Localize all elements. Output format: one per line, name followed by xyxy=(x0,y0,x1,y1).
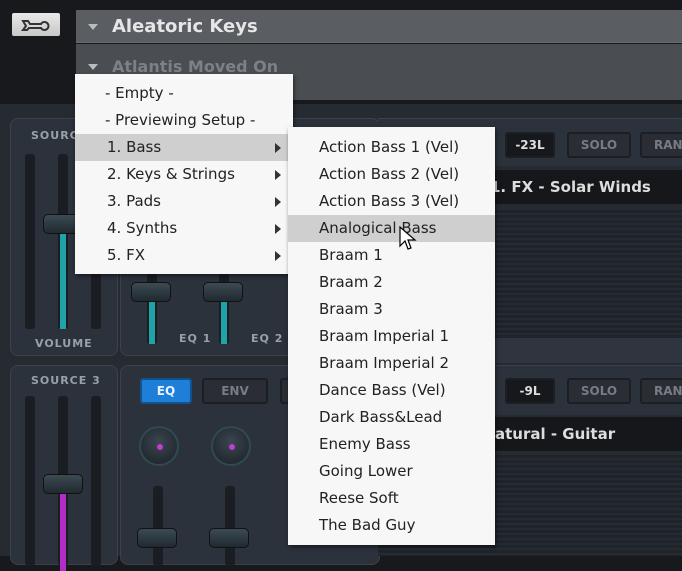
submenu-item[interactable]: Action Bass 1 (Vel) xyxy=(288,134,495,161)
dropdown-arrow-icon xyxy=(88,64,98,70)
eq-knob-2[interactable] xyxy=(211,426,251,466)
dropdown-arrow-icon xyxy=(88,24,98,30)
menu-item-previewing-setup[interactable]: - Previewing Setup - xyxy=(75,107,293,134)
submenu-item[interactable]: Going Lower xyxy=(288,458,495,485)
submenu-item[interactable]: Braam 2 xyxy=(288,269,495,296)
submenu-item[interactable]: Braam 3 xyxy=(288,296,495,323)
submenu-item[interactable]: The Bad Guy xyxy=(288,512,495,539)
menu-item-fx[interactable]: 5. FX xyxy=(75,242,293,269)
menu-item-synths[interactable]: 4. Synths xyxy=(75,215,293,242)
submenu-arrow-icon xyxy=(275,170,281,180)
bass-submenu: Action Bass 1 (Vel) Action Bass 2 (Vel) Ac… xyxy=(288,127,495,545)
submenu-arrow-icon xyxy=(275,197,281,207)
slot2-random-button[interactable]: RAN xyxy=(640,378,682,404)
menu-item-bass[interactable]: 1. Bass xyxy=(75,134,293,161)
submenu-item[interactable]: Dance Bass (Vel) xyxy=(288,377,495,404)
source3-volume-fader[interactable] xyxy=(43,474,83,494)
instrument-selector[interactable]: Aleatoric Keys xyxy=(76,10,682,43)
menu-item-pads[interactable]: 3. Pads xyxy=(75,188,293,215)
eq2-fader[interactable] xyxy=(203,282,243,302)
submenu-item[interactable]: Braam Imperial 1 xyxy=(288,323,495,350)
submenu-item[interactable]: Braam 1 xyxy=(288,242,495,269)
meter-left xyxy=(25,154,35,329)
menu-item-empty[interactable]: - Empty - xyxy=(75,80,293,107)
eq-fader-1[interactable] xyxy=(137,528,177,548)
eq-knob-1[interactable] xyxy=(139,426,179,466)
submenu-arrow-icon xyxy=(275,224,281,234)
volume-fill xyxy=(60,491,66,571)
mouse-cursor-icon xyxy=(399,226,417,250)
wrench-icon xyxy=(21,19,50,31)
slot2-solo-button[interactable]: SOLO xyxy=(567,378,631,404)
submenu-item[interactable]: Dark Bass&Lead xyxy=(288,404,495,431)
settings-wrench-button[interactable] xyxy=(12,13,60,36)
submenu-item[interactable]: Reese Soft xyxy=(288,485,495,512)
volume-fill xyxy=(60,229,66,329)
slot1-solo-button[interactable]: SOLO xyxy=(567,132,631,158)
preset-category-menu: - Empty - - Previewing Setup - 1. Bass 2… xyxy=(75,74,293,274)
eq1-fader[interactable] xyxy=(131,282,171,302)
submenu-item[interactable]: Enemy Bass xyxy=(288,431,495,458)
menu-item-keys-strings[interactable]: 2. Keys & Strings xyxy=(75,161,293,188)
tab-eq[interactable]: EQ xyxy=(140,378,192,404)
tab-env[interactable]: ENV xyxy=(202,378,268,404)
slot1-level[interactable]: -23L xyxy=(505,132,555,158)
submenu-arrow-icon xyxy=(275,251,281,261)
slot1-random-button[interactable]: RAN xyxy=(640,132,682,158)
submenu-item[interactable]: Analogical Bass xyxy=(288,215,495,242)
submenu-item[interactable]: Braam Imperial 2 xyxy=(288,350,495,377)
submenu-arrow-icon xyxy=(275,143,281,153)
slot2-level[interactable]: -9L xyxy=(505,378,555,404)
submenu-item[interactable]: Action Bass 2 (Vel) xyxy=(288,161,495,188)
source3-panel: SOURCE 3 xyxy=(10,365,118,571)
submenu-item[interactable]: Action Bass 3 (Vel) xyxy=(288,188,495,215)
eq-fader-2[interactable] xyxy=(209,528,249,548)
